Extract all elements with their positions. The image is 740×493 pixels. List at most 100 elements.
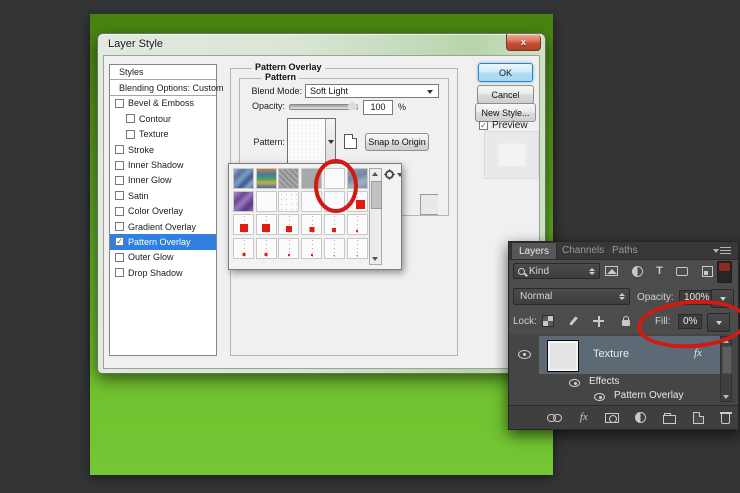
pattern-swatch-4-3[interactable] xyxy=(278,238,299,259)
gear-menu-chevron-icon[interactable] xyxy=(397,173,402,177)
pattern-swatch-3-1[interactable] xyxy=(233,214,254,235)
checkbox-stroke[interactable] xyxy=(115,145,124,154)
filter-kind-dropdown[interactable]: Kind xyxy=(513,263,600,279)
styles-list-item-inner-glow[interactable]: Inner Glow xyxy=(110,173,216,188)
styles-list-item-outer-glow[interactable]: Outer Glow xyxy=(110,250,216,265)
layer-name[interactable]: Texture xyxy=(593,348,629,360)
checkbox-drop-shadow[interactable] xyxy=(115,268,124,277)
styles-list-item-bevel-emboss[interactable]: Bevel & Emboss xyxy=(110,96,216,111)
checkbox-contour[interactable] xyxy=(126,114,135,123)
styles-list-item-color-overlay[interactable]: Color Overlay xyxy=(110,204,216,219)
lock-transparency-icon[interactable] xyxy=(542,315,554,327)
styles-list-item-gradient-overlay[interactable]: Gradient Overlay xyxy=(110,219,216,234)
pattern-swatch-1-2[interactable] xyxy=(256,168,277,189)
pattern-swatch-4-6[interactable] xyxy=(347,238,368,259)
checkbox-pattern-overlay[interactable] xyxy=(115,237,124,246)
styles-list-item-drop-shadow[interactable]: Drop Shadow xyxy=(110,265,216,280)
styles-list-item-styles[interactable]: Styles xyxy=(110,65,216,80)
picker-scrollbar[interactable] xyxy=(369,168,382,265)
cancel-button[interactable]: Cancel xyxy=(477,85,534,104)
scrollbar-thumb[interactable] xyxy=(722,346,732,374)
link-layers-icon[interactable] xyxy=(547,414,563,422)
red-square-mark xyxy=(242,253,245,256)
smart-object-filter-icon[interactable] xyxy=(702,266,713,277)
new-adjustment-layer-icon[interactable] xyxy=(635,412,646,423)
label-stroke: Stroke xyxy=(128,145,154,155)
checkbox-bevel-emboss[interactable] xyxy=(115,99,124,108)
checkbox-inner-shadow[interactable] xyxy=(115,161,124,170)
layer-fx-badge[interactable]: fx xyxy=(694,347,702,359)
pattern-swatch-3-3[interactable] xyxy=(278,214,299,235)
checkbox-satin[interactable] xyxy=(115,191,124,200)
close-button[interactable]: x xyxy=(506,34,541,51)
panel-tab-bar: LayersChannelsPaths xyxy=(509,242,738,260)
tab-paths[interactable]: Paths xyxy=(605,242,645,259)
delete-layer-icon[interactable] xyxy=(721,414,730,424)
pixel-layer-filter-icon[interactable] xyxy=(605,266,618,276)
scrollbar-thumb[interactable] xyxy=(371,181,382,209)
tab-layers[interactable]: Layers xyxy=(511,242,557,259)
checkbox-color-overlay[interactable] xyxy=(115,207,124,216)
lock-position-icon[interactable] xyxy=(593,316,604,327)
filter-toggle-switch[interactable] xyxy=(717,261,732,283)
lock-label: Lock: xyxy=(513,316,537,327)
pattern-swatch-2-3[interactable] xyxy=(278,191,299,212)
panel-menu-icon[interactable] xyxy=(720,247,731,255)
layer-style-icon[interactable]: fx xyxy=(580,412,588,423)
blend-mode-value: Soft Light xyxy=(310,86,348,96)
layer-list-scrollbar[interactable] xyxy=(720,336,732,402)
styles-list-item-inner-shadow[interactable]: Inner Shadow xyxy=(110,157,216,172)
snap-to-origin-button[interactable]: Snap to Origin xyxy=(365,133,429,151)
styles-list-item-pattern-overlay[interactable]: Pattern Overlay xyxy=(110,234,216,249)
pattern-swatch-3-4[interactable] xyxy=(301,214,322,235)
styles-list-item-satin[interactable]: Satin xyxy=(110,188,216,203)
pattern-swatch-dropdown[interactable] xyxy=(325,119,335,164)
blend-mode-dropdown[interactable]: Soft Light xyxy=(305,84,439,98)
preview-checkbox[interactable] xyxy=(479,121,488,130)
adjustment-layer-filter-icon[interactable] xyxy=(632,266,643,277)
pattern-swatch-3-5[interactable] xyxy=(324,214,345,235)
red-square-mark xyxy=(311,254,313,256)
checkbox-gradient-overlay[interactable] xyxy=(115,222,124,231)
scroll-down-icon[interactable] xyxy=(372,257,378,261)
effects-label[interactable]: Effects xyxy=(589,376,619,387)
scroll-down-icon[interactable] xyxy=(723,395,729,399)
new-pattern-icon[interactable] xyxy=(344,134,357,149)
visibility-eye-icon[interactable] xyxy=(518,350,531,359)
pattern-swatch-4-4[interactable] xyxy=(301,238,322,259)
new-layer-icon[interactable] xyxy=(693,412,704,424)
pattern-swatch-1-1[interactable] xyxy=(233,168,254,189)
pattern-swatch-2-2[interactable] xyxy=(256,191,277,212)
pattern-swatch-4-2[interactable] xyxy=(256,238,277,259)
ok-button[interactable]: OK xyxy=(478,63,533,82)
gear-icon[interactable] xyxy=(385,170,394,179)
pattern-swatch-3-2[interactable] xyxy=(256,214,277,235)
layer-thumbnail[interactable] xyxy=(547,340,579,372)
opacity-value-field[interactable]: 100 xyxy=(363,100,393,115)
checkbox-texture[interactable] xyxy=(126,130,135,139)
pattern-swatch-3-6[interactable] xyxy=(347,214,368,235)
new-group-icon[interactable] xyxy=(663,415,676,424)
blend-mode-dropdown-panel[interactable]: Normal xyxy=(513,288,630,305)
add-layer-mask-icon[interactable] xyxy=(605,413,619,423)
scroll-up-icon[interactable] xyxy=(372,172,378,176)
type-layer-filter-icon[interactable]: T xyxy=(656,266,663,277)
pattern-swatch-2-1[interactable] xyxy=(233,191,254,212)
styles-list-item-contour[interactable]: Contour xyxy=(110,111,216,126)
pattern-swatch-preview[interactable] xyxy=(287,118,336,165)
lock-paint-icon[interactable] xyxy=(569,316,578,326)
tab-channels[interactable]: Channels xyxy=(555,242,611,259)
pattern-swatch-4-1[interactable] xyxy=(233,238,254,259)
effects-visibility-eye-icon[interactable] xyxy=(569,379,580,387)
effect-visibility-eye-icon[interactable] xyxy=(594,393,605,401)
pattern-swatch-1-3[interactable] xyxy=(278,168,299,189)
effect-item-pattern-overlay[interactable]: Pattern Overlay xyxy=(614,390,683,401)
pattern-swatch-4-5[interactable] xyxy=(324,238,345,259)
styles-list-item-stroke[interactable]: Stroke xyxy=(110,142,216,157)
styles-list-item-blending-options-custom[interactable]: Blending Options: Custom xyxy=(110,80,216,95)
shape-layer-filter-icon[interactable] xyxy=(676,267,688,276)
checkbox-inner-glow[interactable] xyxy=(115,176,124,185)
checkbox-outer-glow[interactable] xyxy=(115,253,124,262)
styles-list-item-texture[interactable]: Texture xyxy=(110,127,216,142)
lock-all-icon[interactable] xyxy=(622,320,630,326)
